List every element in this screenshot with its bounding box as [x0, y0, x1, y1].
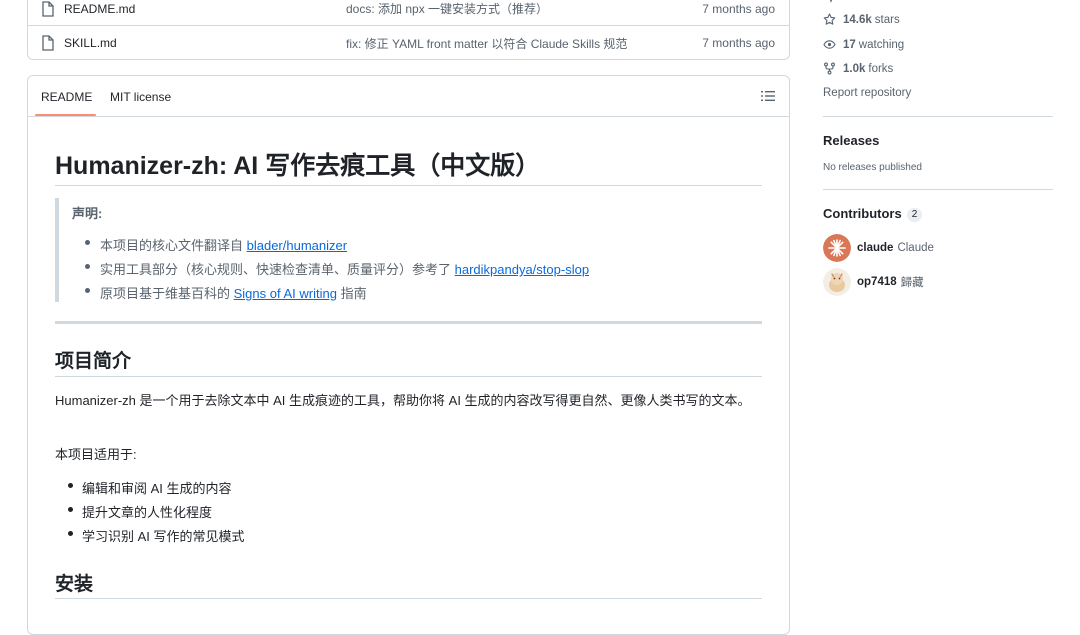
link-blader-humanizer[interactable]: blader/humanizer	[247, 238, 347, 253]
list-item: 实用工具部分（核心规则、快速检查清单、质量评分）参考了 hardikpandya…	[83, 259, 589, 283]
file-list: README.md docs: 添加 npx 一键安装方式（推荐） 7 mont…	[27, 0, 790, 60]
divider	[55, 598, 762, 599]
activity-partial	[823, 0, 843, 3]
divider	[823, 189, 1053, 190]
section-title: 安装	[55, 574, 94, 595]
bullet	[85, 240, 90, 245]
bullet	[68, 483, 73, 488]
text: 提升文章的人性化程度	[82, 505, 213, 520]
claude-avatar	[823, 234, 851, 262]
list-item: 原项目基于维基百科的 Signs of AI writing 指南	[83, 283, 589, 307]
bullet	[68, 507, 73, 512]
fork-icon	[824, 62, 835, 75]
list-item: 本项目的核心文件翻译自 blader/humanizer	[83, 235, 589, 259]
link-signs-of-ai-writing[interactable]: Signs of AI writing	[234, 286, 337, 301]
readme-tabs: README MIT license	[28, 76, 789, 117]
stars-label: stars	[874, 13, 900, 26]
text: 实用工具部分（核心规则、快速检查清单、质量评分）参考了	[100, 262, 455, 277]
notice-title: 声明:	[72, 206, 103, 221]
stars-count: 14.6k	[843, 13, 872, 26]
contributors-title[interactable]: Contributors 2	[823, 206, 923, 222]
list-item: 提升文章的人性化程度	[55, 502, 245, 526]
notice-list: 本项目的核心文件翻译自 blader/humanizer 实用工具部分（核心规则…	[83, 235, 589, 307]
file-row[interactable]: README.md docs: 添加 npx 一键安装方式（推荐） 7 mont…	[28, 0, 789, 26]
file-icon	[42, 0, 54, 17]
stars-stat[interactable]: 14.6k stars	[823, 13, 900, 26]
tab-readme[interactable]: README	[41, 90, 92, 104]
bullet	[68, 531, 73, 536]
intro-paragraph: Humanizer-zh 是一个用于去除文本中 AI 生成痕迹的工具，帮助你将 …	[55, 393, 751, 408]
file-name[interactable]: README.md	[64, 2, 135, 16]
text: 原项目基于维基百科的	[100, 286, 234, 301]
link-stop-slop[interactable]: hardikpandya/stop-slop	[455, 262, 589, 277]
commit-time: 7 months ago	[702, 36, 775, 50]
divider	[823, 116, 1053, 117]
applies-list: 编辑和审阅 AI 生成的内容 提升文章的人性化程度 学习识别 AI 写作的常见模…	[55, 478, 245, 550]
contributors-count-badge: 2	[906, 208, 923, 222]
pulse-icon	[830, 0, 833, 3]
list-item: 学习识别 AI 写作的常见模式	[55, 526, 245, 550]
watching-label: watching	[858, 38, 905, 51]
readme-panel: README MIT license Humanizer-zh: AI 写作去痕…	[27, 75, 790, 635]
watching-stat[interactable]: 17 watching	[823, 38, 904, 51]
text: 指南	[336, 286, 367, 301]
contributor-item[interactable]: claude Claude	[823, 234, 934, 262]
contributor-login: op7418	[857, 276, 897, 288]
file-name[interactable]: SKILL.md	[64, 36, 117, 50]
bullet	[85, 264, 90, 269]
eye-icon	[823, 40, 836, 49]
commit-message[interactable]: fix: 修正 YAML front matter 以符合 Claude Ski…	[346, 35, 627, 52]
commit-message[interactable]: docs: 添加 npx 一键安装方式（推荐）	[346, 0, 548, 17]
divider	[55, 376, 762, 377]
list-item: 编辑和审阅 AI 生成的内容	[55, 478, 245, 502]
bullet	[85, 288, 90, 293]
forks-label: forks	[868, 62, 894, 75]
releases-note: No releases published	[823, 162, 922, 173]
contributor-name: 歸藏	[900, 277, 924, 289]
op7418-avatar	[823, 268, 851, 296]
contributors-label: Contributors	[823, 206, 902, 221]
horizontal-rule	[55, 321, 762, 324]
report-repository-link[interactable]: Report repository	[823, 87, 911, 99]
outline-list-icon[interactable]	[761, 89, 775, 103]
file-row[interactable]: SKILL.md fix: 修正 YAML front matter 以符合 C…	[28, 26, 789, 60]
watching-count: 17	[843, 38, 856, 51]
star-icon	[823, 13, 836, 25]
section-title: 项目简介	[55, 351, 132, 372]
divider	[55, 185, 762, 186]
text: 学习识别 AI 写作的常见模式	[82, 529, 245, 544]
tab-license[interactable]: MIT license	[110, 90, 171, 104]
notice-blockquote: 声明: 本项目的核心文件翻译自 blader/humanizer 实用工具部分（…	[55, 198, 762, 302]
contributor-login: claude	[857, 242, 894, 254]
readme-title: Humanizer-zh: AI 写作去痕工具（中文版）	[55, 152, 541, 180]
forks-count: 1.0k	[843, 62, 866, 75]
text: 编辑和审阅 AI 生成的内容	[82, 481, 232, 496]
forks-stat[interactable]: 1.0k forks	[823, 62, 893, 75]
contributor-name: Claude	[897, 242, 934, 254]
contributor-item[interactable]: op7418 歸藏	[823, 268, 924, 296]
applies-label: 本项目适用于:	[55, 447, 137, 462]
commit-time: 7 months ago	[702, 1, 775, 16]
releases-title[interactable]: Releases	[823, 133, 879, 148]
file-icon	[42, 35, 54, 51]
active-tab-indicator	[35, 114, 96, 116]
text: 本项目的核心文件翻译自	[100, 238, 247, 253]
